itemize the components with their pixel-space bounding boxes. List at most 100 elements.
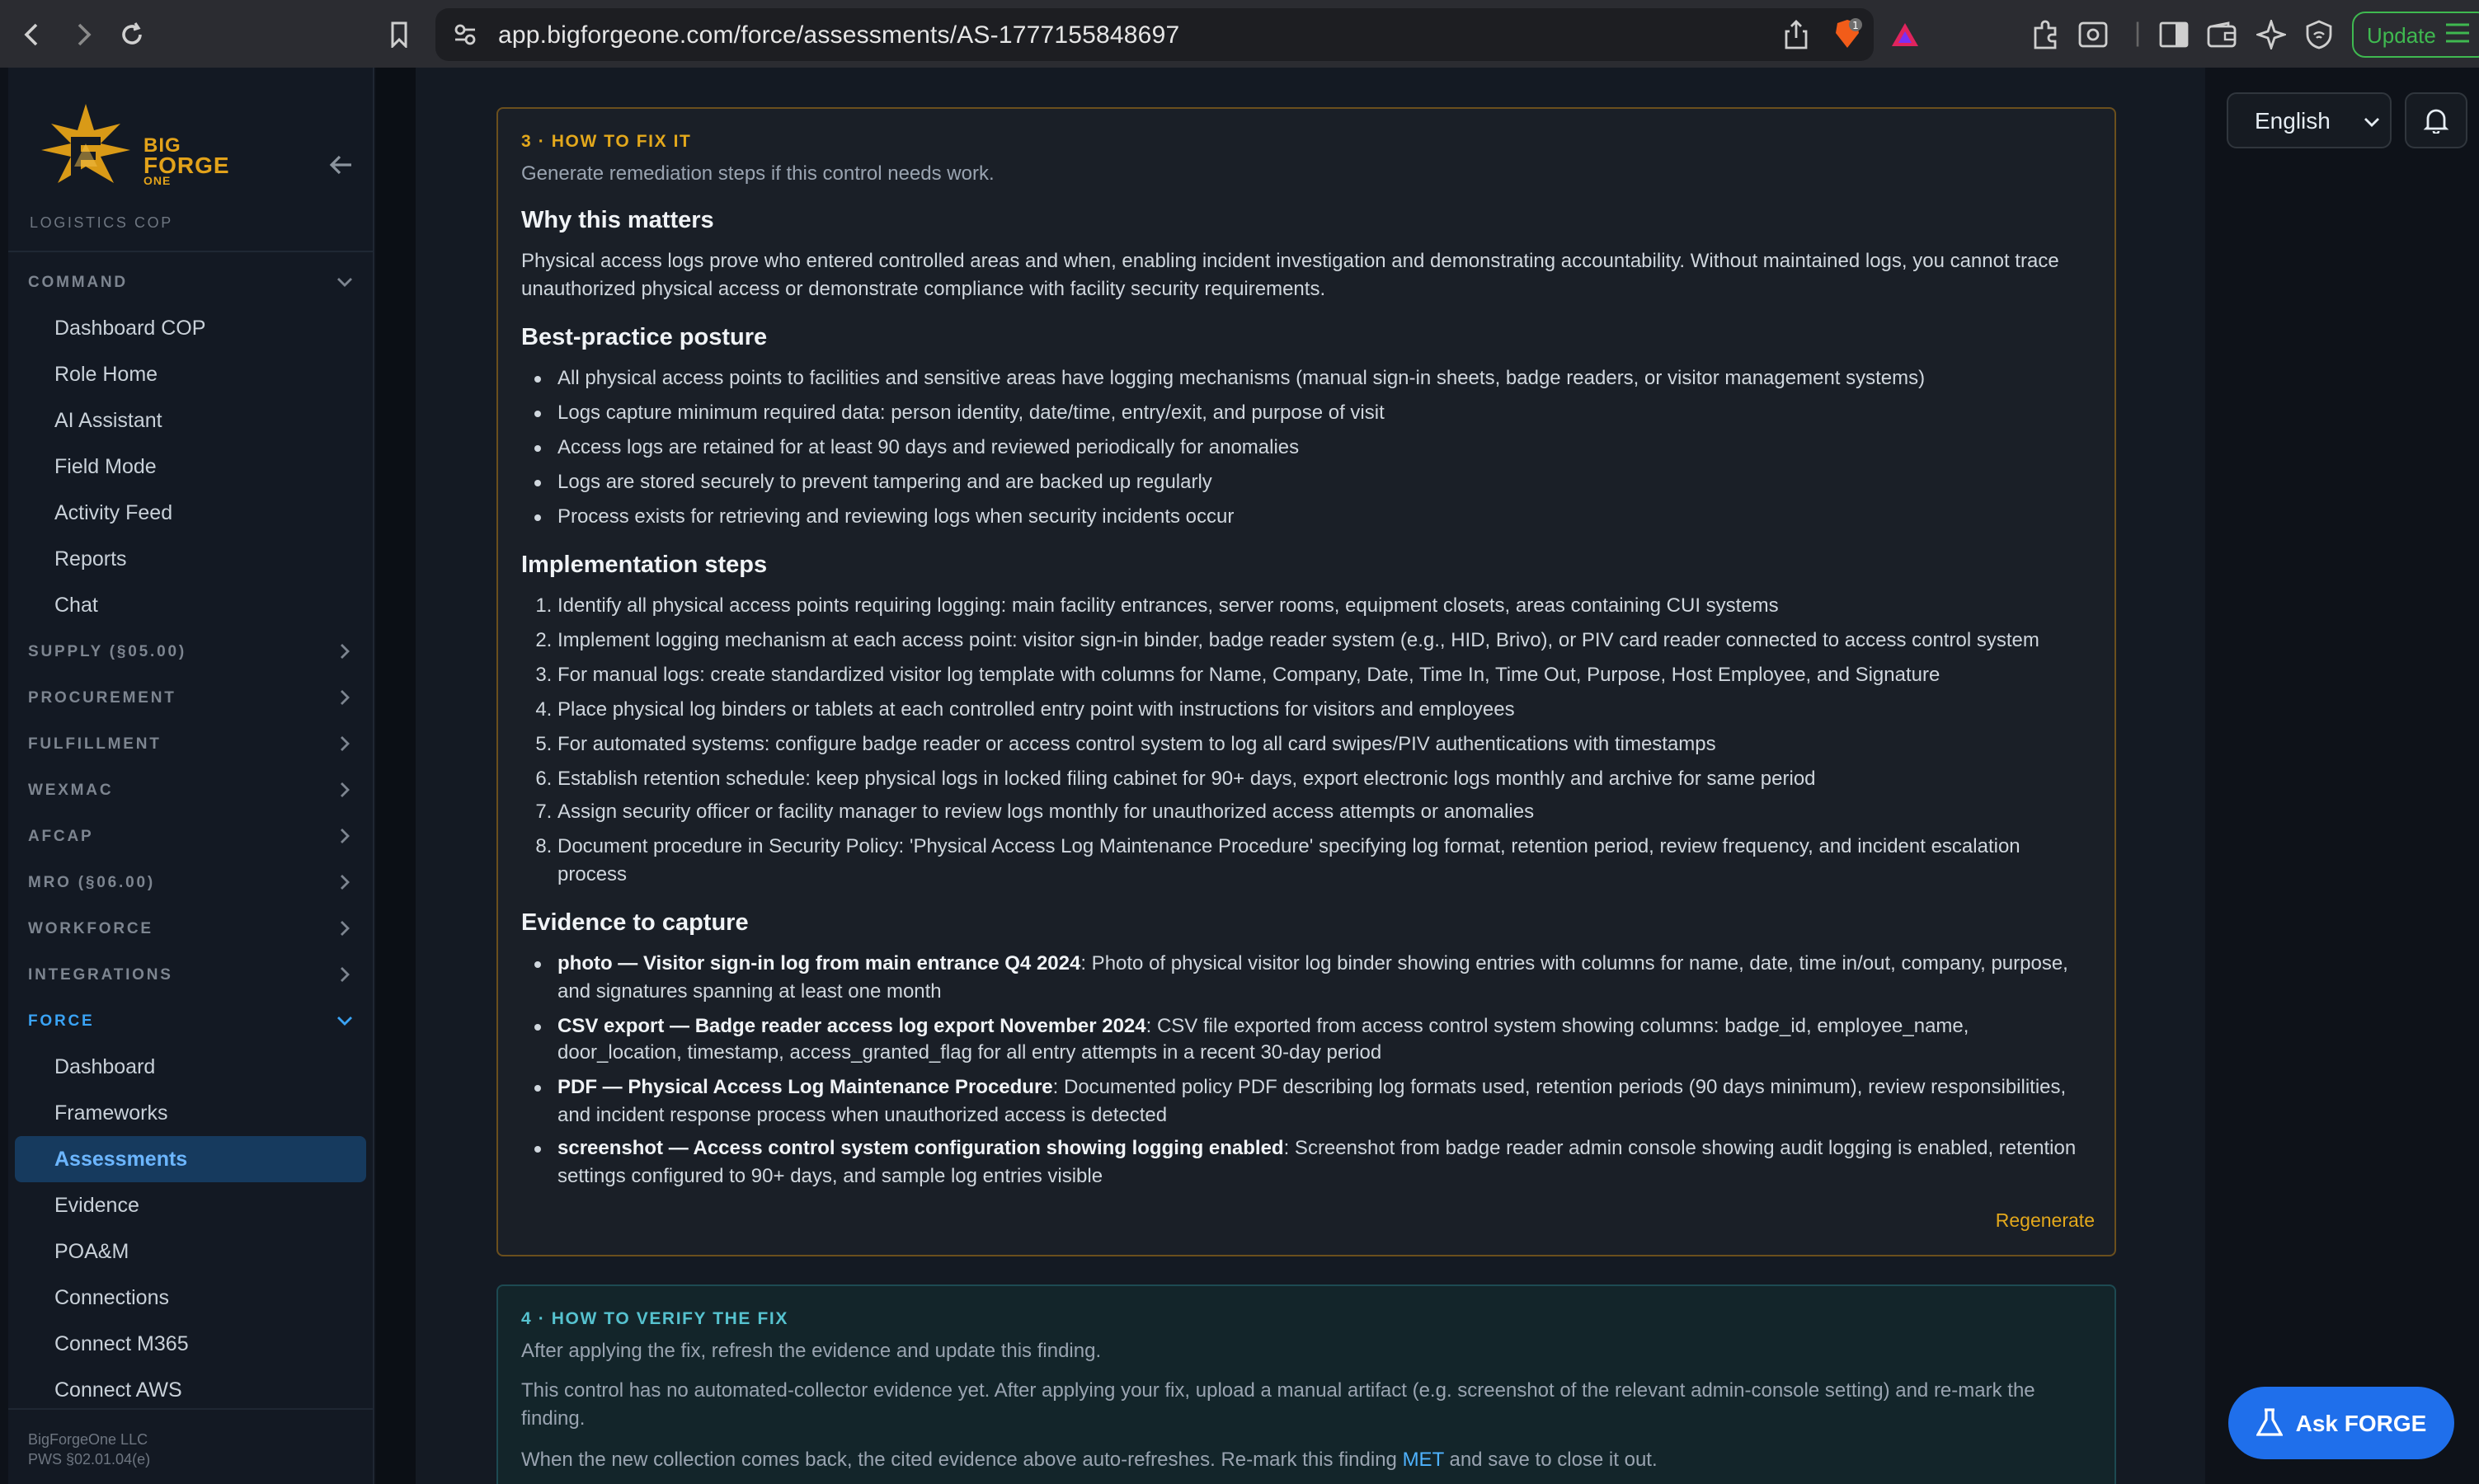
how-to-fix-card: 3 · HOW TO FIX IT Generate remediation s…: [496, 107, 2116, 1256]
notifications-button[interactable]: [2405, 92, 2467, 148]
best-practice-item: Process exists for retrieving and review…: [557, 502, 2091, 529]
best-practice-item: Logs capture minimum required data: pers…: [557, 399, 2091, 426]
share-icon[interactable]: [1785, 20, 1808, 58]
section-integrations[interactable]: INTEGRATIONS: [8, 951, 373, 998]
evidence-title: CSV export — Badge reader access log exp…: [557, 1013, 1146, 1037]
card-subtitle: After applying the fix, refresh the evid…: [521, 1339, 1102, 1362]
evidence-item: photo — Visitor sign-in log from main en…: [557, 951, 2091, 1005]
sidebar-item-connect-aws[interactable]: Connect AWS: [15, 1367, 366, 1413]
collapse-sidebar-icon[interactable]: [328, 152, 358, 181]
reload-icon[interactable]: [115, 17, 148, 50]
footer-pws: PWS §02.01.04(e): [28, 1451, 151, 1468]
chevron-right-icon: [341, 782, 350, 797]
address-bar[interactable]: app.bigforgeone.com/force/assessments/AS…: [435, 8, 1918, 61]
sidebar-item-connections[interactable]: Connections: [15, 1275, 366, 1321]
how-to-verify-card: 4 · HOW TO VERIFY THE FIX After applying…: [496, 1284, 2116, 1484]
evidence-item: CSV export — Badge reader access log exp…: [557, 1012, 2091, 1066]
sidebar-footer: BigForgeOne LLC PWS §02.01.04(e): [8, 1408, 374, 1484]
section-label: FULFILLMENT: [28, 735, 162, 753]
chevron-down-icon: [337, 278, 352, 287]
flask-icon: [2256, 1408, 2283, 1436]
section-afcap[interactable]: AFCAP: [8, 813, 373, 859]
section-workforce[interactable]: WORKFORCE: [8, 905, 373, 951]
brand-header: BIG FORGE ONE LOGISTICS COP: [8, 68, 373, 252]
brave-shield-icon[interactable]: 1: [1831, 18, 1864, 59]
forward-icon[interactable]: [66, 17, 99, 50]
sidebar-item-ai-assistant[interactable]: AI Assistant: [15, 397, 366, 444]
menu-icon: [2445, 22, 2469, 47]
verify-text-1: This control has no automated-collector …: [521, 1378, 2035, 1429]
brand-word-one: ONE: [143, 176, 172, 188]
sidebar-item-frameworks[interactable]: Frameworks: [15, 1090, 366, 1136]
evidence-title: photo — Visitor sign-in log from main en…: [557, 951, 1081, 975]
leo-ai-icon[interactable]: [2255, 18, 2288, 51]
sidebar-item-assessments[interactable]: Assessments: [15, 1136, 366, 1182]
implementation-step: Place physical log binders or tablets at…: [557, 695, 2091, 722]
section-force[interactable]: FORCE: [8, 998, 373, 1044]
update-button[interactable]: Update: [2352, 12, 2479, 58]
section-label: SUPPLY (§05.00): [28, 642, 186, 660]
sidebar-item-dashboard[interactable]: Dashboard: [15, 1044, 366, 1090]
sidebar: BIG FORGE ONE LOGISTICS COP COMMAND Dash…: [8, 68, 374, 1484]
chevron-right-icon: [341, 875, 350, 890]
chevron-down-icon: [2364, 118, 2379, 127]
section-label: WEXMAC: [28, 781, 114, 799]
section-wexmac[interactable]: WEXMAC: [8, 767, 373, 813]
best-practice-list: All physical access points to facilities…: [521, 364, 2091, 529]
chevron-right-icon: [341, 921, 350, 936]
section-supply-05-00[interactable]: SUPPLY (§05.00): [8, 628, 373, 674]
ask-forge-button[interactable]: Ask FORGE: [2228, 1387, 2454, 1459]
sidebar-item-activity-feed[interactable]: Activity Feed: [15, 490, 366, 536]
section-command[interactable]: COMMAND: [8, 259, 373, 305]
chevron-right-icon: [341, 736, 350, 751]
sidebar-item-poa-m[interactable]: POA&M: [15, 1228, 366, 1275]
implementation-step: Identify all physical access points requ…: [557, 592, 2091, 619]
chevron-down-icon: [337, 1017, 352, 1026]
rewards-icon[interactable]: [1890, 21, 1920, 56]
section-label: WORKFORCE: [28, 919, 153, 937]
best-heading: Best-practice posture: [521, 325, 768, 351]
chevron-right-icon: [341, 690, 350, 705]
sidebar-item-role-home[interactable]: Role Home: [15, 351, 366, 397]
sidebar-item-chat[interactable]: Chat: [15, 582, 366, 628]
bookmark-icon[interactable]: [383, 18, 416, 51]
section-procurement[interactable]: PROCUREMENT: [8, 674, 373, 721]
evidence-title: PDF — Physical Access Log Maintenance Pr…: [557, 1075, 1053, 1099]
extensions-icon[interactable]: [2029, 18, 2062, 51]
evidence-heading: Evidence to capture: [521, 910, 749, 937]
browser-toolbar: app.bigforgeone.com/force/assessments/AS…: [0, 0, 2479, 68]
sidebar-item-dashboard-cop[interactable]: Dashboard COP: [15, 305, 366, 351]
section-label: FORCE: [28, 1012, 95, 1030]
card-kicker: 4 · HOW TO VERIFY THE FIX: [521, 1309, 788, 1329]
best-practice-item: Access logs are retained for at least 90…: [557, 434, 2091, 461]
section-mro-06-00[interactable]: MRO (§06.00): [8, 859, 373, 905]
met-link[interactable]: MET: [1403, 1448, 1444, 1471]
implementation-step: For manual logs: create standardized vis…: [557, 661, 2091, 688]
section-fulfillment[interactable]: FULFILLMENT: [8, 721, 373, 767]
sidebar-item-reports[interactable]: Reports: [15, 536, 366, 582]
evidence-item: screenshot — Access control system confi…: [557, 1135, 2091, 1190]
toolbar-divider: |: [2133, 20, 2142, 48]
wallet-icon[interactable]: [2205, 18, 2238, 51]
evidence-item: PDF — Physical Access Log Maintenance Pr…: [557, 1073, 2091, 1128]
evidence-title: screenshot — Access control system confi…: [557, 1136, 1284, 1160]
sidebar-item-field-mode[interactable]: Field Mode: [15, 444, 366, 490]
sidebar-toggle-icon[interactable]: [2157, 18, 2190, 51]
sidebar-item-connect-m365[interactable]: Connect M365: [15, 1321, 366, 1367]
brand-word-forge: FORGE: [143, 152, 230, 178]
bell-icon: [2423, 109, 2449, 134]
ask-forge-label: Ask FORGE: [2295, 1410, 2427, 1436]
implementation-step: Document procedure in Security Policy: '…: [557, 834, 2091, 888]
vpn-icon[interactable]: [2303, 18, 2336, 51]
language-select[interactable]: English: [2227, 92, 2392, 148]
screenshot-icon[interactable]: [2077, 18, 2110, 51]
site-settings-icon[interactable]: [452, 21, 478, 56]
section-label: MRO (§06.00): [28, 873, 155, 891]
why-text: Physical access logs prove who entered c…: [521, 249, 2059, 299]
sidebar-item-evidence[interactable]: Evidence: [15, 1182, 366, 1228]
chevron-right-icon: [341, 967, 350, 982]
regenerate-button[interactable]: Regenerate: [1996, 1212, 2095, 1232]
back-icon[interactable]: [16, 17, 49, 50]
section-label: AFCAP: [28, 827, 94, 845]
brand-wordmark: BIG FORGE ONE: [143, 135, 230, 190]
